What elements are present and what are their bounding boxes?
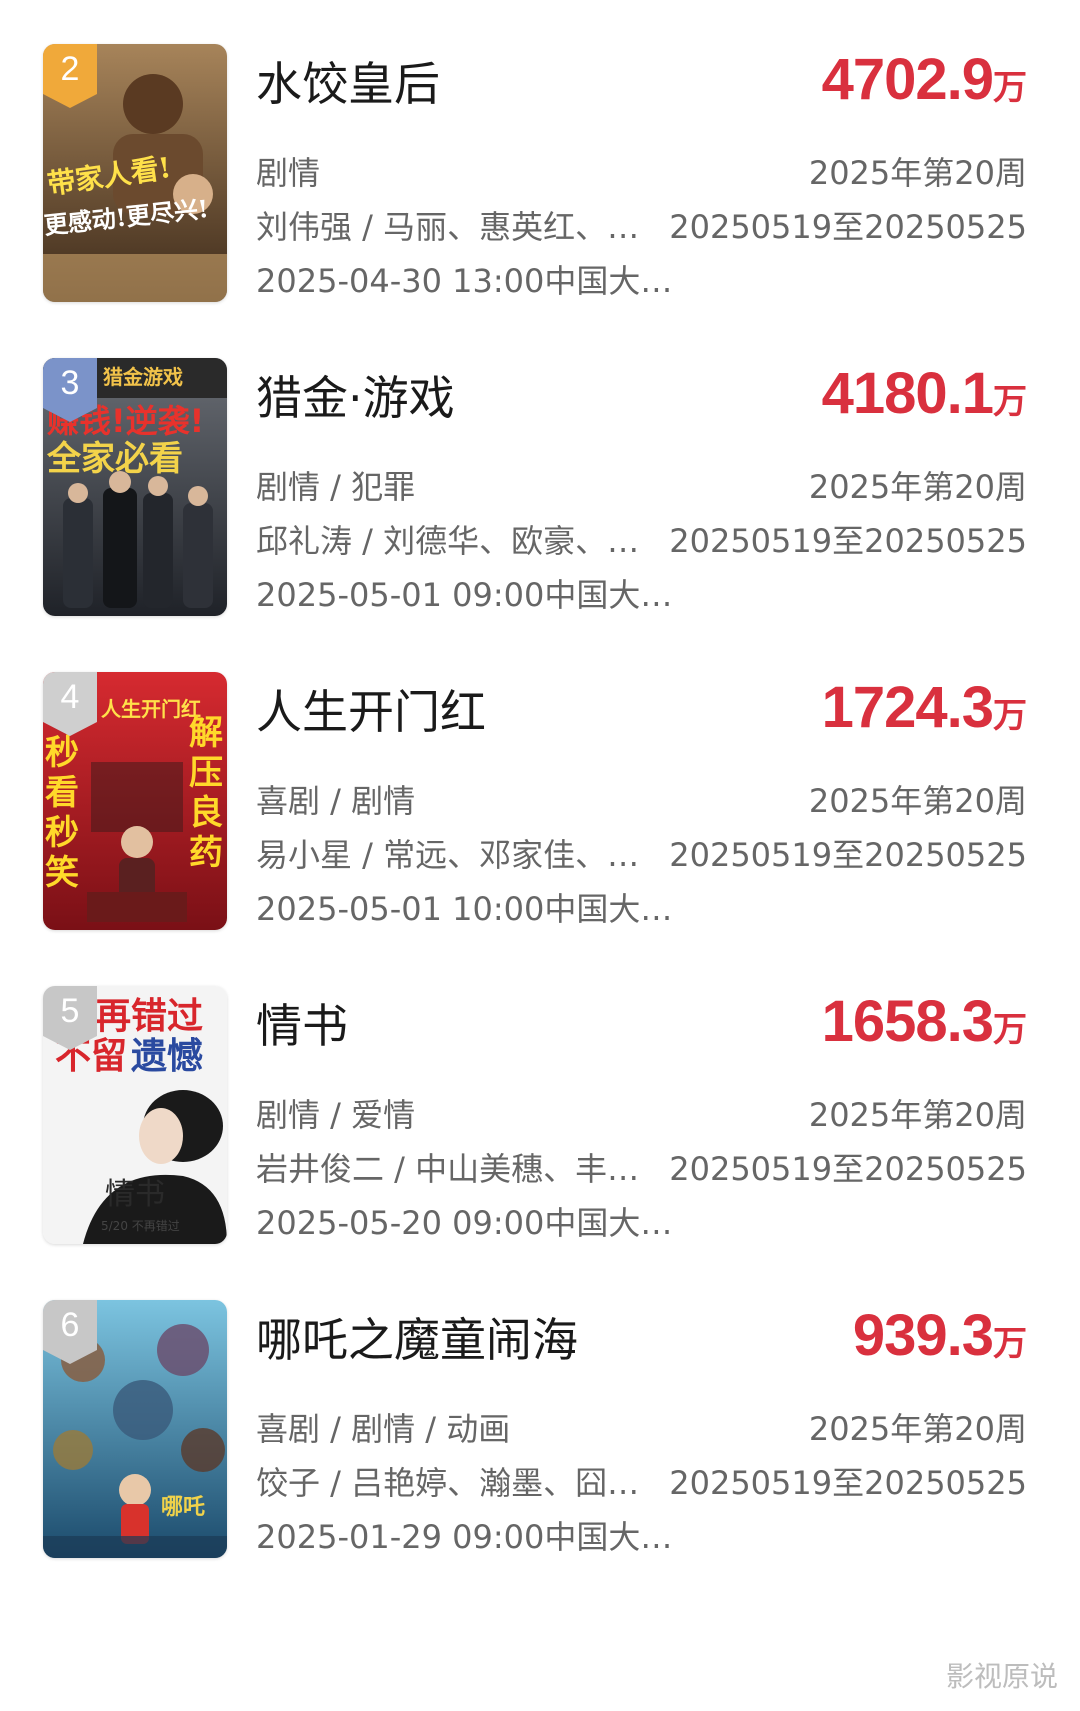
box-office-number: 4702.9 bbox=[821, 47, 994, 112]
movie-title[interactable]: 水饺皇后 bbox=[256, 48, 440, 114]
movie-genre: 剧情 bbox=[256, 154, 321, 192]
svg-text:良: 良 bbox=[189, 793, 223, 833]
box-office-value: 1724.3万 bbox=[822, 674, 1027, 741]
week-label: 2025年第20周 bbox=[808, 1410, 1027, 1448]
movie-poster[interactable]: 哪吒 6 bbox=[43, 1300, 227, 1558]
movie-genre: 喜剧 / 剧情 / 动画 bbox=[256, 1410, 511, 1448]
list-item[interactable]: 再错过 不留 遗憾 情书 5/20 不再错过 5 情书 1658.3万 剧情 /… bbox=[0, 986, 1080, 1256]
svg-text:看: 看 bbox=[45, 773, 79, 813]
box-office-unit: 万 bbox=[993, 697, 1027, 735]
movie-genre: 喜剧 / 剧情 bbox=[256, 782, 416, 820]
box-office-number: 939.3 bbox=[852, 1303, 994, 1368]
movie-poster[interactable]: 人生开门红 秒 看 秒 笑 解 压 良 药 4 bbox=[43, 672, 227, 930]
movie-title[interactable]: 哪吒之魔童闹海 bbox=[256, 1304, 578, 1370]
watermark: 影视原说 bbox=[945, 1660, 1058, 1693]
svg-text:人生开门红: 人生开门红 bbox=[101, 697, 201, 721]
list-item[interactable]: 哪吒 6 哪吒之魔童闹海 939.3万 喜剧 / 剧情 / 动画 饺子 / 吕艳… bbox=[0, 1300, 1080, 1570]
svg-text:情书: 情书 bbox=[105, 1177, 165, 1212]
movie-title[interactable]: 人生开门红 bbox=[256, 676, 486, 742]
svg-text:笑: 笑 bbox=[45, 853, 79, 893]
box-office-unit: 万 bbox=[993, 383, 1027, 421]
rank-badge: 3 bbox=[43, 358, 97, 422]
rank-badge: 5 bbox=[43, 986, 97, 1050]
box-office-value: 4180.1万 bbox=[822, 360, 1027, 427]
box-office-unit: 万 bbox=[993, 1011, 1027, 1049]
box-office-number: 1724.3 bbox=[821, 675, 994, 740]
movie-release: 2025-05-01 09:00中国大… bbox=[256, 576, 673, 614]
movie-poster[interactable]: 带家人看! 更感动!更尽兴! 2 bbox=[43, 44, 227, 302]
box-office-unit: 万 bbox=[993, 69, 1027, 107]
svg-text:秒: 秒 bbox=[45, 813, 79, 853]
movie-cast: 邱礼涛 / 刘德华、欧豪、… bbox=[256, 522, 640, 560]
rank-badge: 6 bbox=[43, 1300, 97, 1364]
rank-number: 2 bbox=[60, 50, 80, 88]
rank-number: 6 bbox=[60, 1306, 80, 1344]
svg-text:5/20 不再错过: 5/20 不再错过 bbox=[101, 1219, 180, 1233]
svg-text:猎金游戏: 猎金游戏 bbox=[103, 365, 183, 389]
date-range: 20250519至20250525 bbox=[669, 522, 1027, 560]
svg-text:压: 压 bbox=[189, 753, 223, 793]
movie-title[interactable]: 猎金·游戏 bbox=[256, 362, 455, 428]
box-office-unit: 万 bbox=[993, 1325, 1027, 1363]
list-item[interactable]: 带家人看! 更感动!更尽兴! 2 水饺皇后 4702.9万 剧情 刘伟强 / 马… bbox=[0, 44, 1080, 314]
movie-cast: 刘伟强 / 马丽、惠英红、… bbox=[256, 208, 640, 246]
week-label: 2025年第20周 bbox=[808, 468, 1027, 506]
box-office-value: 4702.9万 bbox=[822, 46, 1027, 113]
svg-text:药: 药 bbox=[189, 833, 223, 873]
date-range: 20250519至20250525 bbox=[669, 1150, 1027, 1188]
svg-text:秒: 秒 bbox=[45, 733, 79, 773]
date-range: 20250519至20250525 bbox=[669, 208, 1027, 246]
movie-genre: 剧情 / 爱情 bbox=[256, 1096, 416, 1134]
svg-text:遗憾: 遗憾 bbox=[131, 1036, 203, 1077]
date-range: 20250519至20250525 bbox=[669, 1464, 1027, 1502]
movie-release: 2025-01-29 09:00中国大… bbox=[256, 1518, 673, 1556]
week-label: 2025年第20周 bbox=[808, 154, 1027, 192]
movie-cast: 易小星 / 常远、邓家佳、… bbox=[256, 836, 640, 874]
svg-text:哪吒: 哪吒 bbox=[161, 1495, 205, 1520]
movie-release: 2025-05-20 09:00中国大… bbox=[256, 1204, 673, 1242]
list-item[interactable]: 猎金游戏 赚钱!逆袭! 全家必看 3 猎金·游戏 4180.1万 剧情 / 犯罪… bbox=[0, 358, 1080, 628]
movie-title[interactable]: 情书 bbox=[256, 990, 348, 1056]
rank-badge: 4 bbox=[43, 672, 97, 736]
date-range: 20250519至20250525 bbox=[669, 836, 1027, 874]
movie-poster[interactable]: 再错过 不留 遗憾 情书 5/20 不再错过 5 bbox=[43, 986, 227, 1244]
box-office-number: 4180.1 bbox=[821, 361, 994, 426]
rank-number: 4 bbox=[60, 678, 80, 716]
box-office-number: 1658.3 bbox=[821, 989, 994, 1054]
list-item[interactable]: 人生开门红 秒 看 秒 笑 解 压 良 药 4 人生开门红 1724.3万 喜剧… bbox=[0, 672, 1080, 942]
movie-cast: 岩井俊二 / 中山美穗、丰… bbox=[256, 1150, 640, 1188]
movie-genre: 剧情 / 犯罪 bbox=[256, 468, 416, 506]
week-label: 2025年第20周 bbox=[808, 782, 1027, 820]
movie-release: 2025-05-01 10:00中国大… bbox=[256, 890, 673, 928]
box-office-value: 939.3万 bbox=[853, 1302, 1027, 1369]
movie-cast: 饺子 / 吕艳婷、瀚墨、囧… bbox=[256, 1464, 640, 1502]
week-label: 2025年第20周 bbox=[808, 1096, 1027, 1134]
rank-number: 3 bbox=[60, 364, 80, 402]
movie-poster[interactable]: 猎金游戏 赚钱!逆袭! 全家必看 3 bbox=[43, 358, 227, 616]
svg-text:解: 解 bbox=[189, 713, 223, 753]
rank-number: 5 bbox=[60, 992, 80, 1030]
svg-text:再错过: 再错过 bbox=[95, 996, 203, 1037]
box-office-value: 1658.3万 bbox=[822, 988, 1027, 1055]
rank-badge: 2 bbox=[43, 44, 97, 108]
movie-release: 2025-04-30 13:00中国大… bbox=[256, 262, 673, 300]
